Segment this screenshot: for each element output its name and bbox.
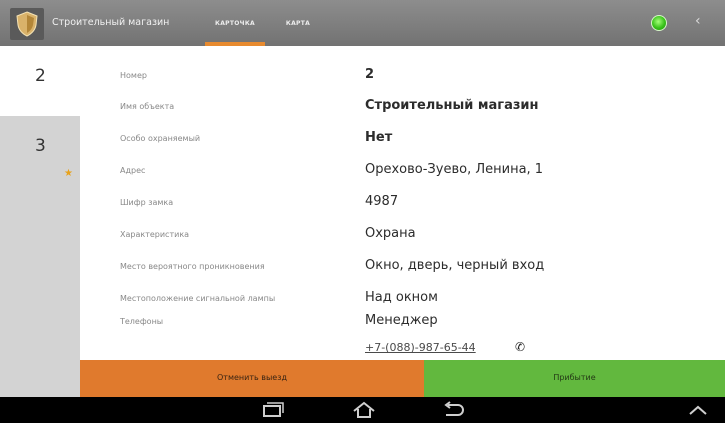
detail-value: 2	[365, 67, 375, 82]
detail-label: Местоположение сигнальной лампы	[120, 294, 276, 303]
back-icon[interactable]	[442, 401, 466, 423]
status-indicator-icon[interactable]	[651, 15, 667, 31]
app-title: Строительный магазин	[52, 17, 170, 28]
arrival-label: Прибытие	[553, 373, 596, 382]
sidebar: 2 3 ★	[0, 46, 80, 360]
phone-icon[interactable]: ✆	[515, 340, 525, 354]
phone-link[interactable]: +7-(088)-987-65-44	[365, 341, 476, 354]
detail-label: Особо охраняемый	[120, 134, 201, 143]
system-nav-bar	[0, 397, 725, 423]
action-bar: Строительный магазин КАРТОЧКА КАРТА ‹	[0, 0, 725, 46]
recents-icon[interactable]	[262, 401, 284, 423]
sidebar-footer	[0, 360, 80, 397]
cancel-trip-label: Отменить выезд	[217, 373, 287, 382]
sidebar-item-number: 2	[35, 66, 46, 86]
tab-card[interactable]: КАРТОЧКА	[205, 0, 265, 46]
detail-label: Шифр замка	[120, 198, 174, 207]
star-icon: ★	[64, 168, 73, 179]
tab-map[interactable]: КАРТА	[276, 0, 320, 46]
detail-value: Менеджер	[365, 313, 438, 328]
shield-icon[interactable]	[10, 8, 44, 40]
detail-label: Имя объекта	[120, 102, 175, 111]
cancel-trip-button[interactable]: Отменить выезд	[80, 360, 424, 397]
detail-label: Место вероятного проникновения	[120, 262, 265, 271]
sidebar-item-3[interactable]: 3 ★	[0, 116, 80, 186]
detail-label: Адрес	[120, 166, 146, 175]
sidebar-item-number: 3	[35, 136, 46, 156]
object-details: Номер 2 Имя объекта Строительный магазин…	[80, 46, 725, 360]
sidebar-item-2[interactable]: 2	[0, 46, 80, 116]
detail-value: Нет	[365, 130, 393, 145]
detail-value: Охрана	[365, 226, 416, 241]
detail-label: Телефоны	[120, 317, 164, 326]
overflow-icon[interactable]: ‹	[695, 13, 701, 29]
detail-value: Орехово-Зуево, Ленина, 1	[365, 162, 544, 177]
detail-label: Характеристика	[120, 230, 190, 239]
detail-value: 4987	[365, 194, 399, 209]
detail-value: Окно, дверь, черный вход	[365, 258, 545, 273]
home-icon[interactable]	[352, 401, 376, 423]
detail-label: Номер	[120, 71, 147, 80]
chevron-up-icon[interactable]	[686, 401, 710, 423]
detail-value: Строительный магазин	[365, 98, 539, 113]
arrival-button[interactable]: Прибытие	[424, 360, 725, 397]
detail-value: Над окном	[365, 290, 438, 305]
